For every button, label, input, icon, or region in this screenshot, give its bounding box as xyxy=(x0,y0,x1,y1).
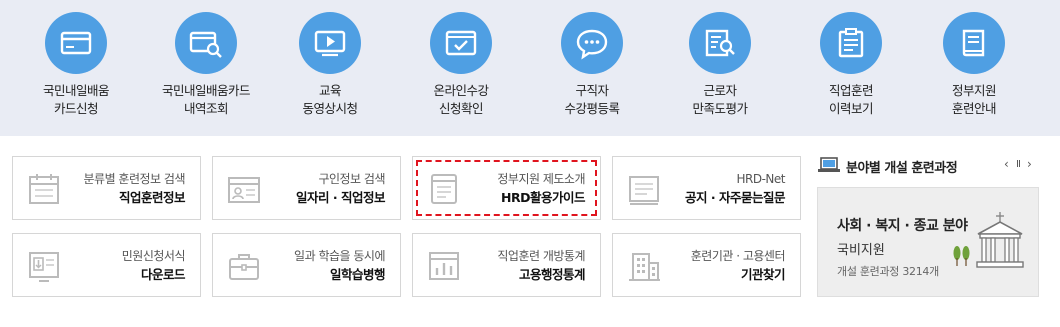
tile-title: 직업훈련정보 xyxy=(118,190,186,205)
field-courses-title: 분야별 개설 훈련과정 xyxy=(846,161,958,176)
field-card-subtitle: 국비지원 xyxy=(837,243,885,258)
quick-menu-label: 국민내일배움 카드신청 xyxy=(42,83,110,116)
laptop-icon xyxy=(818,157,840,172)
notice-board-icon xyxy=(629,176,659,205)
tile-subtitle: 일과 학습을 동시에 xyxy=(294,249,385,263)
tile-title: 고용행정통계 xyxy=(518,267,586,282)
card-search-icon xyxy=(175,12,237,74)
field-card-count: 개설 훈련과정 3214개 xyxy=(837,265,939,278)
quick-menu-label: 구직자 수강평등록 xyxy=(564,83,620,116)
quick-menu-label: 국민내일배움카드 내역조회 xyxy=(161,83,251,116)
briefcase-icon xyxy=(229,254,259,280)
quick-menu-item-review[interactable]: 구직자 수강평등록 xyxy=(527,12,657,118)
tile-title: 기관찾기 xyxy=(740,267,786,282)
tile-title: 일자리 · 직업정보 xyxy=(296,190,385,205)
guide-book-icon xyxy=(431,174,457,204)
quick-menu-label: 근로자 만족도평가 xyxy=(692,83,748,116)
document-search-icon xyxy=(689,12,751,74)
tile-forms-download[interactable]: 민원신청서식다운로드 xyxy=(12,233,201,297)
building-icon xyxy=(629,253,660,281)
tile-work-learning[interactable]: 일과 학습을 동시에일학습병행 xyxy=(212,233,401,297)
quick-menu-item-video[interactable]: 교육 동영상시청 xyxy=(265,12,395,118)
quick-menu-label: 온라인수강 신청확인 xyxy=(433,83,489,116)
tile-find-institution[interactable]: 훈련기관 · 고용센터기관찾기 xyxy=(612,233,801,297)
tile-subtitle: 분류별 훈련정보 검색 xyxy=(83,172,186,186)
statistics-chart-icon xyxy=(429,252,459,280)
tile-notice-faq[interactable]: HRD-Net 공지 · 자주묻는질문 xyxy=(612,156,801,220)
next-button[interactable]: › xyxy=(1027,157,1032,171)
quick-menu-item-card-history[interactable]: 국민내일배움카드 내역조회 xyxy=(141,12,271,118)
id-card-icon xyxy=(228,177,260,203)
tile-subtitle: HRD-Net xyxy=(736,172,786,186)
tile-subtitle: 정부지원 제도소개 xyxy=(497,172,585,186)
credit-card-icon xyxy=(45,12,107,74)
tile-hrd-guide[interactable]: 정부지원 제도소개 HRD활용가이드 xyxy=(412,156,601,220)
quick-menu-item-online-course[interactable]: 온라인수강 신청확인 xyxy=(396,12,526,118)
prev-button[interactable]: ‹ xyxy=(1004,157,1009,171)
quick-menu-band: 국민내일배움 카드신청 국민내일배움카드 내역조회 교육 동영상시청 온라인수강 신청확… xyxy=(0,0,1060,136)
quick-menu-label: 직업훈련 이력보기 xyxy=(828,83,874,116)
quick-menu-label: 교육 동영상시청 xyxy=(302,83,358,116)
tile-job-info[interactable]: 구인정보 검색일자리 · 직업정보 xyxy=(212,156,401,220)
tile-training-info[interactable]: 분류별 훈련정보 검색직업훈련정보 xyxy=(12,156,201,220)
quick-menu-item-card-apply[interactable]: 국민내일배움 카드신청 xyxy=(11,12,141,118)
tile-employment-stats[interactable]: 직업훈련 개방통계고용행정통계 xyxy=(412,233,601,297)
download-form-icon xyxy=(29,252,59,282)
tile-title: 다운로드 xyxy=(140,267,186,282)
tile-title: 공지 · 자주묻는질문 xyxy=(685,190,785,205)
tile-title: HRD활용가이드 xyxy=(501,190,585,205)
quick-menu-item-gov-support[interactable]: 정부지원 훈련안내 xyxy=(909,12,1039,118)
tile-subtitle: 직업훈련 개방통계 xyxy=(497,249,585,263)
church-illustration-icon xyxy=(953,212,1024,268)
field-course-card[interactable]: 사회 · 복지 · 종교 분야 국비지원 개설 훈련과정 3214개 xyxy=(817,187,1039,297)
tile-subtitle: 민원신청서식 xyxy=(121,249,186,263)
calendar-icon xyxy=(29,174,59,204)
tile-subtitle: 훈련기관 · 고용센터 xyxy=(690,249,786,263)
tile-subtitle: 구인정보 검색 xyxy=(318,172,385,186)
chat-bubble-icon xyxy=(561,12,623,74)
field-courses-header: 분야별 개설 훈련과정 ‹ II › xyxy=(817,156,1039,176)
quick-menu-label: 정부지원 훈련안내 xyxy=(951,83,997,116)
online-check-icon xyxy=(430,12,492,74)
history-document-icon xyxy=(820,12,882,74)
quick-menu-item-history[interactable]: 직업훈련 이력보기 xyxy=(786,12,916,118)
quick-menu-item-satisfaction[interactable]: 근로자 만족도평가 xyxy=(655,12,785,118)
tile-title: 일학습병행 xyxy=(329,267,386,282)
pause-button[interactable]: II xyxy=(1016,159,1021,170)
video-play-icon xyxy=(299,12,361,74)
book-icon xyxy=(943,12,1005,74)
